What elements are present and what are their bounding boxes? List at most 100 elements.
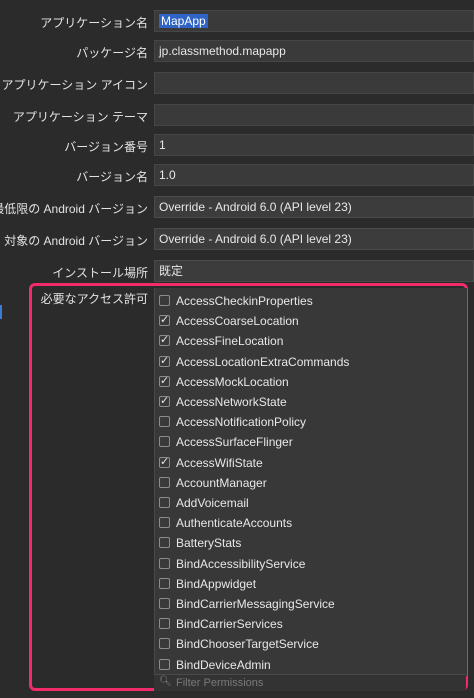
permission-name: AccessNotificationPolicy xyxy=(176,415,307,430)
permission-item[interactable]: BindDeviceAdmin xyxy=(155,655,465,675)
permission-checkbox[interactable] xyxy=(159,577,170,589)
permission-name: BatteryStats xyxy=(176,536,242,551)
permission-checkbox[interactable] xyxy=(159,295,170,306)
permission-name: AuthenticateAccounts xyxy=(176,516,293,531)
permission-item[interactable]: ✓ AccessMockLocation xyxy=(155,372,465,392)
permissions-label: 必要なアクセス許可 xyxy=(40,292,148,306)
permission-item[interactable]: AccessNotificationPolicy xyxy=(155,412,465,432)
filter-permissions[interactable]: 🔍︎ Filter Permissions xyxy=(154,674,466,691)
permission-name: BindAppwidget xyxy=(176,576,257,591)
permission-name: AccessMockLocation xyxy=(176,374,289,389)
permission-name: AccessCoarseLocation xyxy=(176,314,299,329)
permission-checkbox[interactable]: ✓ xyxy=(159,374,170,387)
filter-placeholder: Filter Permissions xyxy=(176,677,264,689)
permission-item[interactable]: ✓ AccessNetworkState xyxy=(155,392,465,412)
permission-checkbox[interactable] xyxy=(159,618,170,630)
app-name-field[interactable]: MapApp xyxy=(154,10,474,32)
permission-item[interactable]: ✓ AccessWifiState xyxy=(155,453,465,473)
app-icon-field[interactable] xyxy=(154,72,474,94)
permission-name: AccessLocationExtraCommands xyxy=(176,354,350,369)
app-theme-label: アプリケーション テーマ xyxy=(12,110,148,124)
permission-checkbox[interactable]: ✓ xyxy=(159,334,170,347)
install-location-value: 既定 xyxy=(159,264,184,278)
permission-checkbox[interactable]: ✓ xyxy=(159,455,170,468)
package-name-field[interactable]: jp.classmethod.mapapp xyxy=(154,40,474,62)
package-name-value: jp.classmethod.mapapp xyxy=(159,44,286,58)
permission-item[interactable]: AccessCheckinProperties xyxy=(155,291,465,311)
permission-checkbox[interactable] xyxy=(159,537,170,549)
permissions-list[interactable]: AccessCheckinProperties ✓ AccessCoarseLoca… xyxy=(154,288,467,676)
permission-item[interactable]: BindAccessibilityService xyxy=(155,554,465,574)
permission-checkbox[interactable] xyxy=(159,557,170,569)
permission-name: AccessFineLocation xyxy=(176,334,284,349)
permission-checkbox[interactable] xyxy=(159,416,170,428)
permission-item[interactable]: ✓ AccessFineLocation xyxy=(155,331,465,351)
app-name-row: アプリケーション名 MapApp xyxy=(0,10,474,32)
permission-checkbox[interactable] xyxy=(159,476,170,488)
app-icon-row: アプリケーション アイコン xyxy=(0,72,474,94)
checkmark-icon: ✓ xyxy=(160,395,170,407)
app-name-label: アプリケーション名 xyxy=(40,16,148,30)
permission-checkbox[interactable] xyxy=(159,436,170,448)
version-name-row: バージョン名 1.0 xyxy=(0,164,474,186)
permission-item[interactable]: BindAppwidget xyxy=(155,574,465,594)
checkmark-icon: ✓ xyxy=(160,455,170,468)
search-icon: 🔍︎ xyxy=(159,676,172,687)
target-android-version-value: Override - Android 6.0 (API level 23) xyxy=(159,232,352,246)
checkmark-icon: ✓ xyxy=(160,314,170,327)
permission-name: AccessNetworkState xyxy=(176,395,287,409)
permission-name: BindChooserTargetService xyxy=(176,637,319,652)
package-name-label: パッケージ名 xyxy=(76,46,148,60)
permission-item[interactable]: AccountManager xyxy=(155,473,465,493)
permission-name: AccountManager xyxy=(176,475,267,490)
install-location-select[interactable]: 既定 xyxy=(154,260,474,282)
permission-item[interactable]: BatteryStats xyxy=(155,533,465,553)
permission-item[interactable]: BindChooserTargetService xyxy=(155,634,465,654)
permission-item[interactable]: BindCarrierMessagingService xyxy=(155,594,465,614)
permission-item[interactable]: AccessSurfaceFlinger xyxy=(155,432,465,452)
app-name-value: MapApp xyxy=(159,14,208,28)
permission-name: BindDeviceAdmin xyxy=(176,657,271,672)
version-number-value: 1 xyxy=(159,138,166,152)
version-name-field[interactable]: 1.0 xyxy=(154,164,474,186)
permission-checkbox[interactable] xyxy=(159,497,170,508)
app-theme-field[interactable] xyxy=(154,104,474,126)
target-android-version-select[interactable]: Override - Android 6.0 (API level 23) xyxy=(154,228,474,250)
permission-name: AccessCheckinProperties xyxy=(176,294,313,308)
min-android-version-value: Override - Android 6.0 (API level 23) xyxy=(159,200,352,214)
permission-checkbox[interactable]: ✓ xyxy=(159,354,170,367)
version-number-row: バージョン番号 1 xyxy=(0,134,474,156)
focus-indicator xyxy=(0,305,2,319)
permission-checkbox[interactable] xyxy=(159,598,170,609)
version-name-label: バージョン名 xyxy=(76,170,148,184)
checkmark-icon: ✓ xyxy=(160,374,170,387)
checkmark-icon: ✓ xyxy=(160,334,170,347)
permission-name: BindCarrierServices xyxy=(176,617,283,632)
permission-checkbox[interactable] xyxy=(159,517,170,529)
permission-name: AccessWifiState xyxy=(176,455,263,470)
target-android-version-label: 対象の Android バージョン xyxy=(4,234,148,248)
permission-checkbox[interactable] xyxy=(159,658,170,670)
permission-item[interactable]: BindCarrierServices xyxy=(155,614,465,634)
version-number-field[interactable]: 1 xyxy=(154,134,474,156)
permission-checkbox[interactable] xyxy=(159,638,170,650)
app-icon-label: アプリケーション アイコン xyxy=(1,78,149,92)
install-location-label: インストール場所 xyxy=(52,266,148,280)
permission-checkbox[interactable]: ✓ xyxy=(159,395,170,407)
permission-name: BindCarrierMessagingService xyxy=(176,597,335,611)
version-number-label: バージョン番号 xyxy=(64,140,148,154)
version-name-value: 1.0 xyxy=(159,168,176,182)
permission-name: AddVoicemail xyxy=(176,496,249,510)
package-name-row: パッケージ名 jp.classmethod.mapapp xyxy=(0,40,474,62)
permission-name: BindAccessibilityService xyxy=(176,556,306,571)
permission-checkbox[interactable]: ✓ xyxy=(159,314,170,327)
min-android-version-select[interactable]: Override - Android 6.0 (API level 23) xyxy=(154,196,474,218)
checkmark-icon: ✓ xyxy=(160,354,170,367)
permission-item[interactable]: AuthenticateAccounts xyxy=(155,513,465,533)
app-theme-row: アプリケーション テーマ xyxy=(0,104,474,126)
permission-item[interactable]: ✓ AccessCoarseLocation xyxy=(155,311,465,331)
permission-item[interactable]: ✓ AccessLocationExtraCommands xyxy=(155,352,465,372)
permission-item[interactable]: AddVoicemail xyxy=(155,493,465,513)
min-android-version-row: 最低限の Android バージョン Override - Android 6.0… xyxy=(0,196,474,218)
permission-name: AccessSurfaceFlinger xyxy=(176,435,293,450)
